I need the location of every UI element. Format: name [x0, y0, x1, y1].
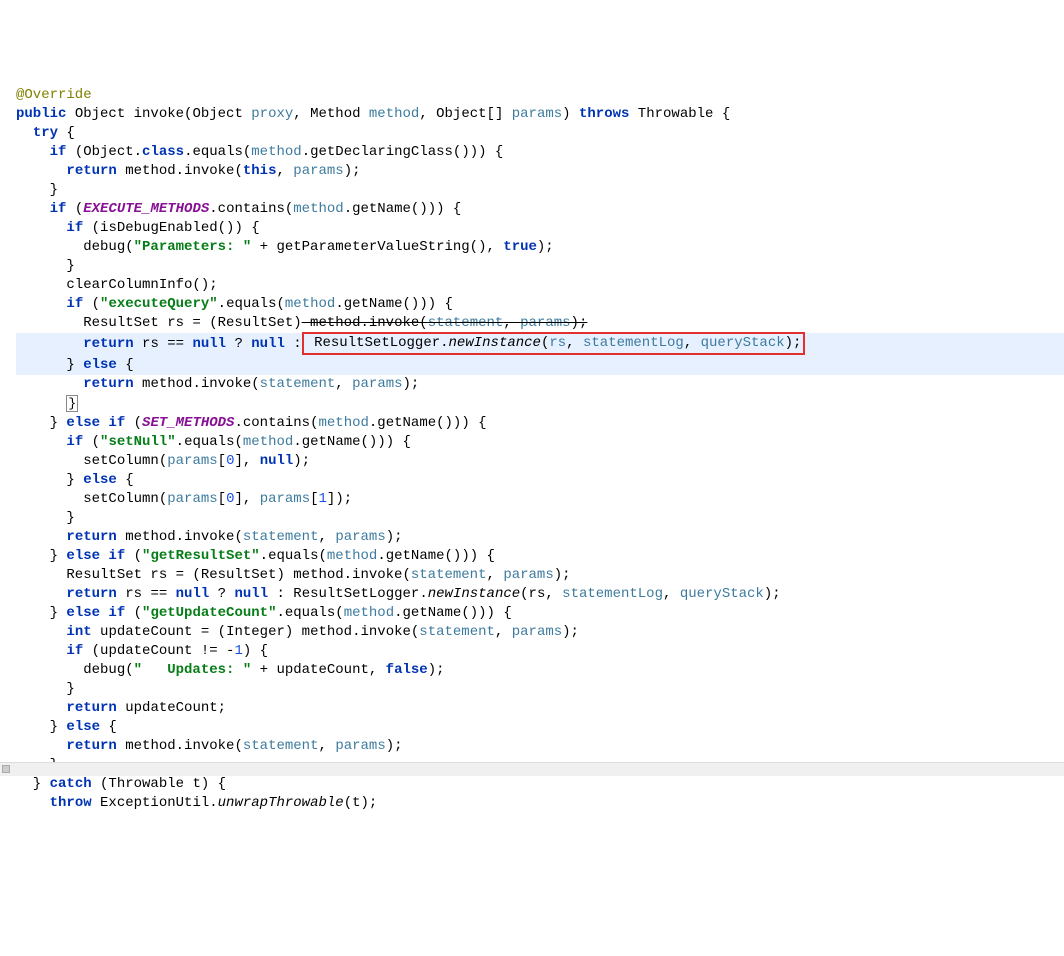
code-line[interactable]: } — [16, 509, 1064, 528]
code-line[interactable]: debug(" Updates: " + updateCount, false)… — [16, 661, 1064, 680]
code-line[interactable]: if ("executeQuery".equals(method.getName… — [16, 295, 1064, 314]
code-line[interactable]: return method.invoke(statement, params); — [16, 528, 1064, 547]
code-line[interactable]: } else if ("getResultSet".equals(method.… — [16, 547, 1064, 566]
code-line[interactable]: throw ExceptionUtil.unwrapThrowable(t); — [16, 794, 1064, 813]
code-line[interactable]: ResultSet rs = (ResultSet) method.invoke… — [16, 314, 1064, 333]
brace-match-icon: } — [66, 395, 78, 412]
code-line[interactable]: clearColumnInfo(); — [16, 276, 1064, 295]
horizontal-scrollbar[interactable] — [0, 762, 1064, 776]
code-line[interactable]: setColumn(params[0], null); — [16, 452, 1064, 471]
code-line[interactable]: ResultSet rs = (ResultSet) method.invoke… — [16, 566, 1064, 585]
code-line[interactable]: try { — [16, 124, 1064, 143]
code-line[interactable]: if ("setNull".equals(method.getName())) … — [16, 433, 1064, 452]
code-line[interactable]: } else { — [16, 471, 1064, 490]
code-line-highlighted[interactable]: } else { — [16, 356, 1064, 375]
highlighted-code-box: ResultSetLogger.newInstance(rs, statemen… — [302, 332, 806, 355]
code-line[interactable]: } — [16, 680, 1064, 699]
code-line[interactable]: if (EXECUTE_METHODS.contains(method.getN… — [16, 200, 1064, 219]
code-line[interactable]: } — [16, 394, 1064, 414]
code-line[interactable]: @Override — [16, 86, 1064, 105]
code-line[interactable]: return updateCount; — [16, 699, 1064, 718]
scrollbar-thumb[interactable] — [2, 765, 10, 773]
code-line[interactable]: if (isDebugEnabled()) { — [16, 219, 1064, 238]
code-line-highlighted[interactable]: return rs == null ? null : ResultSetLogg… — [16, 333, 1064, 356]
code-line[interactable]: int updateCount = (Integer) method.invok… — [16, 623, 1064, 642]
code-line[interactable]: if (Object.class.equals(method.getDeclar… — [16, 143, 1064, 162]
code-line[interactable]: } else { — [16, 718, 1064, 737]
code-line[interactable]: return method.invoke(statement, params); — [16, 375, 1064, 394]
code-line[interactable]: } else if ("getUpdateCount".equals(metho… — [16, 604, 1064, 623]
code-line[interactable]: } — [16, 181, 1064, 200]
code-line[interactable]: return rs == null ? null : ResultSetLogg… — [16, 585, 1064, 604]
code-line[interactable]: } — [16, 257, 1064, 276]
code-line[interactable]: } else if (SET_METHODS.contains(method.g… — [16, 414, 1064, 433]
code-line[interactable]: return method.invoke(statement, params); — [16, 737, 1064, 756]
code-line[interactable]: if (updateCount != -1) { — [16, 642, 1064, 661]
code-line[interactable]: } catch (Throwable t) { — [16, 775, 1064, 794]
code-line[interactable]: return method.invoke(this, params); — [16, 162, 1064, 181]
code-line[interactable]: setColumn(params[0], params[1]); — [16, 490, 1064, 509]
code-line[interactable]: debug("Parameters: " + getParameterValue… — [16, 238, 1064, 257]
code-line[interactable]: public Object invoke(Object proxy, Metho… — [16, 105, 1064, 124]
